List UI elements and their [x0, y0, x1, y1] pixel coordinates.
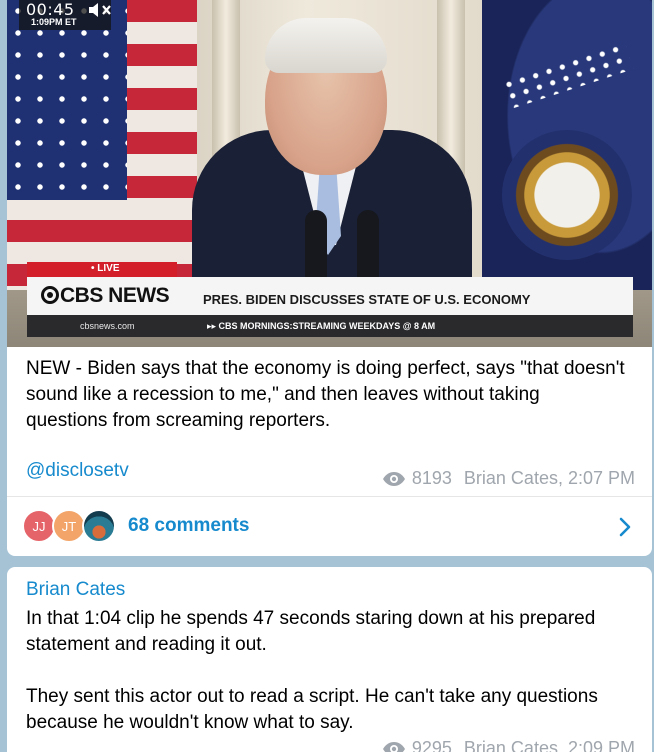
microphone [357, 210, 379, 285]
broadcast-time: 1:09PM ET [31, 17, 77, 27]
microphone [305, 210, 327, 285]
author-time: Brian Cates, 2:09 PM [463, 738, 635, 752]
presidential-seal [502, 130, 632, 260]
message-meta: 8193 Brian Cates, 2:07 PM [382, 468, 635, 489]
channel-link[interactable]: @disclosetv [26, 460, 129, 482]
message-text: In that 1:04 clip he spends 47 seconds s… [26, 608, 596, 655]
network-name: CBS NEWS [60, 284, 170, 307]
avatar-image [82, 509, 116, 543]
views-eye-icon [382, 471, 405, 486]
video-player[interactable]: 00:45 1:09PM ET • LIVE CBS NEWS PRES. BI… [7, 0, 652, 347]
views-eye-icon [382, 741, 405, 752]
live-label: • LIVE [91, 263, 120, 274]
ticker-text: ▸▸ CBS MORNINGS:STREAMING WEEKDAYS @ 8 A… [207, 321, 436, 331]
view-count: 8193 [411, 468, 452, 488]
message-text: They sent this actor out to read a scrip… [26, 686, 598, 733]
chevron-right-icon[interactable] [618, 516, 632, 538]
ticker-site: cbsnews.com [80, 321, 135, 331]
message-card: Brian Cates In that 1:04 clip he spends … [7, 567, 652, 752]
avatar: JJ [22, 509, 56, 543]
author-time: Brian Cates, 2:07 PM [463, 468, 635, 488]
divider [7, 496, 652, 497]
author-name[interactable]: Brian Cates [26, 579, 125, 601]
view-count: 9295 [411, 738, 452, 752]
cbs-eye-icon [41, 286, 59, 304]
avatar: JT [52, 509, 86, 543]
us-flag [7, 0, 197, 290]
message-meta: 9295 Brian Cates, 2:09 PM [382, 738, 635, 752]
message-text: NEW - Biden says that the economy is doi… [26, 358, 625, 431]
commenter-avatars[interactable]: JJ JT [22, 509, 117, 543]
news-headline: PRES. BIDEN DISCUSSES STATE OF U.S. ECON… [203, 292, 531, 307]
comments-link[interactable]: 68 comments [128, 515, 249, 537]
message-card: 00:45 1:09PM ET • LIVE CBS NEWS PRES. BI… [7, 0, 652, 556]
cbs-news-logo: CBS NEWS [41, 284, 170, 308]
speaker-hair [265, 18, 387, 73]
speaker-muted-icon[interactable] [88, 2, 112, 18]
